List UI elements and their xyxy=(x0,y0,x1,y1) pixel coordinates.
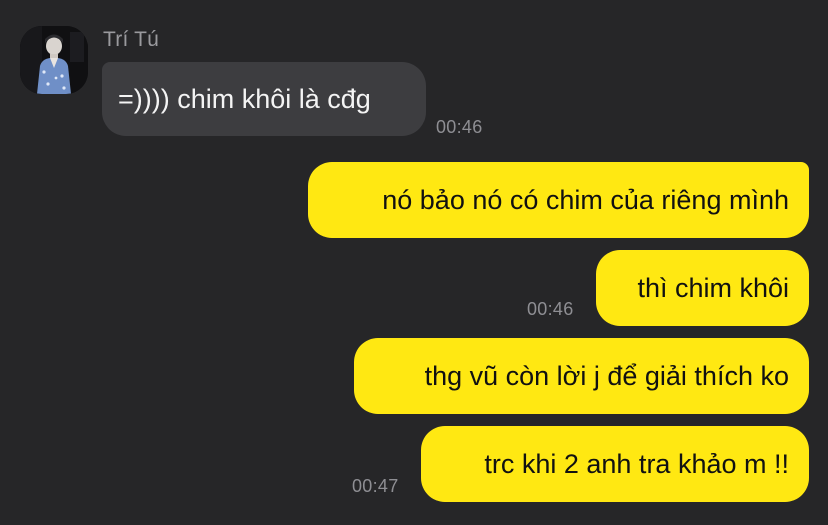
message-text: =)))) chim khôi là cđg xyxy=(118,84,371,114)
message-timestamp: 00:46 xyxy=(436,117,483,137)
sender-name: Trí Tú xyxy=(103,28,160,51)
message-timestamp: 00:46 xyxy=(527,299,574,319)
incoming-message-bubble[interactable]: =)))) chim khôi là cđg xyxy=(102,62,426,136)
outgoing-message-bubble[interactable]: trc khi 2 anh tra khảo m !! xyxy=(421,426,809,502)
outgoing-message-bubble[interactable]: nó bảo nó có chim của riêng mình xyxy=(308,162,809,238)
message-text: nó bảo nó có chim của riêng mình xyxy=(382,185,789,215)
outgoing-message-bubble[interactable]: thì chim khôi xyxy=(596,250,809,326)
sender-avatar[interactable] xyxy=(20,26,88,94)
message-text: thg vũ còn lời j để giải thích ko xyxy=(424,361,789,391)
outgoing-message-bubble[interactable]: thg vũ còn lời j để giải thích ko xyxy=(354,338,809,414)
message-text: thì chim khôi xyxy=(637,273,789,303)
message-text: trc khi 2 anh tra khảo m !! xyxy=(484,449,789,479)
message-timestamp: 00:47 xyxy=(352,476,399,496)
user-photo-icon xyxy=(20,26,88,94)
